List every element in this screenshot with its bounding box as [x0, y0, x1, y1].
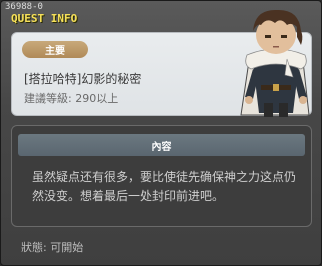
quest-id: 36988-0 — [5, 2, 43, 12]
quest-description: 虽然疑点还有很多，要比使徒先确保神之力这点仍 然没变。想着最后一处封印前进吧。 — [32, 170, 297, 203]
quest-info-window: 36988-0 QUEST INFO 主要 [搭拉哈特]幻影的秘密 建議等級: … — [0, 0, 322, 266]
npc-portrait-icon — [240, 9, 310, 117]
content-header: 內容 — [18, 134, 305, 156]
quest-name: [搭拉哈特]幻影的秘密 — [24, 72, 142, 86]
quest-status: 狀態: 可開始 — [21, 241, 84, 254]
window-title: QUEST INFO — [11, 12, 78, 25]
recommended-level: 建議等級: 290以上 — [24, 92, 119, 105]
quest-content-panel: 內容 虽然疑点还有很多，要比使徒先确保神之力这点仍 然没变。想着最后一处封印前进… — [11, 125, 312, 227]
quest-type-badge: 主要 — [22, 41, 88, 58]
